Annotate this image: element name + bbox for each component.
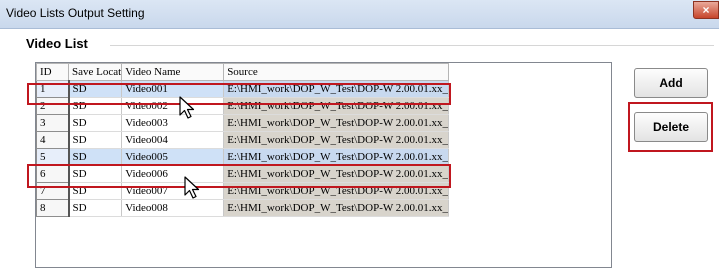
section-title: Video List: [26, 36, 88, 51]
table-row[interactable]: 5 SD Video005 E:\HMI_work\DOP_W_Test\DOP-W …: [36, 148, 450, 166]
column-header-id[interactable]: ID: [36, 63, 69, 81]
cell-save-location: SD: [68, 199, 123, 217]
table-row[interactable]: 7 SD Video007 E:\HMI_work\DOP_W_Test\DOP-W …: [36, 182, 450, 200]
cell-id: 8: [36, 199, 70, 217]
cell-id: 6: [36, 165, 70, 183]
cell-video-name: Video005: [121, 148, 225, 166]
table-row[interactable]: 1 SD Video001 E:\HMI_work\DOP_W_Test\DOP-W …: [36, 80, 450, 98]
window-title: Video Lists Output Setting: [6, 6, 145, 20]
video-list-panel[interactable]: ID Save Locat Video Name Source 1 SD Video…: [35, 62, 612, 268]
column-header-source[interactable]: Source: [223, 63, 450, 81]
table-row[interactable]: 8 SD Video008 E:\HMI_work\DOP_W_Test\DOP-W …: [36, 199, 450, 217]
mouse-cursor-icon: [179, 96, 195, 119]
cell-video-name: Video003: [121, 114, 225, 132]
column-header-video-name[interactable]: Video Name: [121, 63, 225, 81]
cell-source: E:\HMI_work\DOP_W_Test\DOP-W 2.00.01.xx_: [223, 148, 450, 166]
cell-source: E:\HMI_work\DOP_W_Test\DOP-W 2.00.01.xx_: [223, 114, 450, 132]
cell-save-location: SD: [68, 165, 123, 183]
cell-id: 3: [36, 114, 70, 132]
cell-id: 4: [36, 131, 70, 149]
cell-save-location: SD: [68, 114, 123, 132]
cell-save-location: SD: [68, 182, 123, 200]
table-body: 1 SD Video001 E:\HMI_work\DOP_W_Test\DOP-W …: [36, 80, 450, 217]
cell-source: E:\HMI_work\DOP_W_Test\DOP-W 2.00.01.xx_: [223, 97, 450, 115]
column-header-save-location[interactable]: Save Locat: [67, 63, 123, 81]
cell-video-name: Video002: [121, 97, 225, 115]
table-row[interactable]: 3 SD Video003 E:\HMI_work\DOP_W_Test\DOP-W …: [36, 114, 450, 132]
cell-save-location: SD: [68, 148, 123, 166]
cell-video-name: Video006: [121, 165, 225, 183]
cell-save-location: SD: [68, 97, 123, 115]
video-list-table: ID Save Locat Video Name Source 1 SD Video…: [36, 63, 450, 217]
cell-source: E:\HMI_work\DOP_W_Test\DOP-W 2.00.01.xx_: [223, 165, 450, 183]
cell-source: E:\HMI_work\DOP_W_Test\DOP-W 2.00.01.xx_: [223, 182, 450, 200]
cell-id: 5: [36, 148, 70, 166]
cell-id: 1: [36, 80, 70, 98]
close-icon[interactable]: ×: [693, 1, 719, 19]
cell-save-location: SD: [68, 80, 123, 98]
cell-source: E:\HMI_work\DOP_W_Test\DOP-W 2.00.01.xx_: [223, 199, 450, 217]
section-divider: [110, 45, 714, 46]
title-bar: Video Lists Output Setting ×: [0, 0, 719, 29]
mouse-cursor-icon: [184, 176, 200, 199]
cell-id: 2: [36, 97, 70, 115]
cell-video-name: Video007: [121, 182, 225, 200]
delete-button[interactable]: Delete: [634, 112, 708, 142]
table-row[interactable]: 6 SD Video006 E:\HMI_work\DOP_W_Test\DOP-W …: [36, 165, 450, 183]
cell-save-location: SD: [68, 131, 123, 149]
table-row[interactable]: 4 SD Video004 E:\HMI_work\DOP_W_Test\DOP-W …: [36, 131, 450, 149]
cell-id: 7: [36, 182, 70, 200]
cell-video-name: Video004: [121, 131, 225, 149]
cell-source: E:\HMI_work\DOP_W_Test\DOP-W 2.00.01.xx_: [223, 131, 450, 149]
add-button[interactable]: Add: [634, 68, 708, 98]
cell-source: E:\HMI_work\DOP_W_Test\DOP-W 2.00.01.xx_: [223, 80, 450, 98]
table-header-row: ID Save Locat Video Name Source: [36, 63, 450, 81]
table-row[interactable]: 2 SD Video002 E:\HMI_work\DOP_W_Test\DOP-W …: [36, 97, 450, 115]
cell-video-name: Video008: [121, 199, 225, 217]
cell-video-name: Video001: [121, 80, 225, 98]
